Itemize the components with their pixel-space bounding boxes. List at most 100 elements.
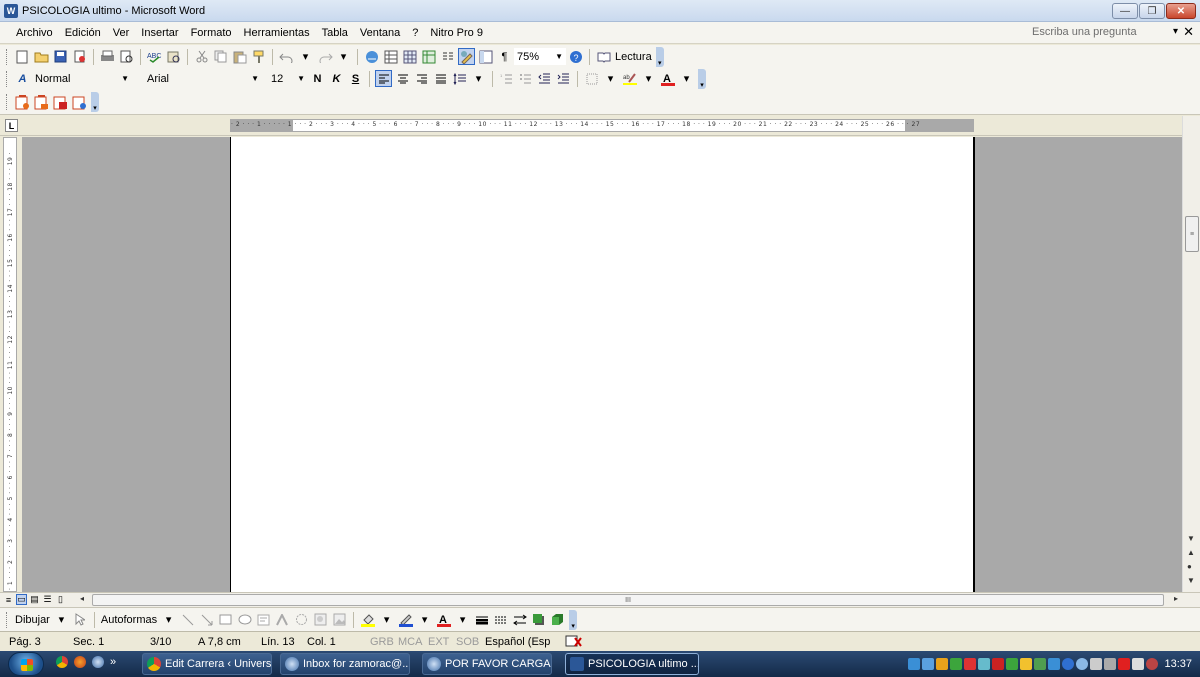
scroll-left-icon[interactable]: ◂ [80,594,84,603]
toolbar-grip[interactable] [6,48,9,65]
tray-app-icon[interactable] [1118,658,1131,670]
status-overtype[interactable]: SOB [456,636,479,648]
line-color-dropdown-icon[interactable]: ▾ [416,611,433,628]
toolbar-options-icon[interactable]: ▾ [698,68,706,89]
research-icon[interactable] [165,48,182,65]
taskbar-item[interactable]: POR FAVOR CARGA... [422,653,552,675]
line-spacing-icon[interactable] [451,70,468,87]
tray-app-icon[interactable] [992,658,1005,670]
toolbar-options-icon[interactable]: ▾ [655,46,664,67]
previous-page-icon[interactable]: ▲ [1187,548,1195,557]
columns-icon[interactable] [439,48,456,65]
start-button[interactable] [8,652,44,676]
reading-layout-button[interactable]: Lectura [613,51,654,63]
draw-dropdown-icon[interactable]: ▾ [53,611,70,628]
horizontal-ruler[interactable]: · 2 · · · 1 · · · · · 1 · · · 2 · · · 3 … [230,119,974,132]
font-color-icon[interactable]: A [659,70,676,87]
tray-app-icon[interactable] [1146,658,1159,670]
reading-view-icon[interactable]: ▯ [55,594,66,605]
horizontal-scroll-thumb[interactable]: III [92,594,1164,606]
scroll-right-icon[interactable]: ▸ [1174,594,1178,603]
tray-app-icon[interactable] [1034,658,1047,670]
italic-button[interactable]: K [328,70,345,87]
justify-icon[interactable] [432,70,449,87]
menu-insertar[interactable]: Insertar [135,27,184,39]
tray-user-icon[interactable] [922,658,935,670]
show-hide-icon[interactable]: ¶ [496,48,513,65]
tray-power-icon[interactable] [1104,658,1117,670]
borders-dropdown-icon[interactable]: ▾ [602,70,619,87]
nitro-settings-icon[interactable] [52,94,69,111]
tray-app-icon[interactable] [964,658,977,670]
font-color-dropdown-icon[interactable]: ▾ [678,70,695,87]
menu-edicion[interactable]: Edición [59,27,107,39]
tab-selector-button[interactable]: L [5,119,18,132]
reading-layout-icon[interactable] [595,48,612,65]
help-icon[interactable]: ? [567,48,584,65]
menu-ver[interactable]: Ver [107,27,136,39]
menu-ventana[interactable]: Ventana [354,27,406,39]
status-track-changes[interactable]: MCA [398,636,422,648]
quicklaunch-overflow-icon[interactable]: » [110,656,116,668]
web-view-icon[interactable]: ▭ [16,594,27,605]
copy-icon[interactable] [212,48,229,65]
wordart-icon[interactable] [274,611,291,628]
arrow-tool-icon[interactable] [198,611,215,628]
spelling-icon[interactable]: ABC [146,48,163,65]
nitro-create-pdf-icon[interactable] [14,94,31,111]
nitro-create-email-pdf-icon[interactable] [33,94,50,111]
toolbar-grip[interactable] [6,94,9,110]
normal-view-icon[interactable]: ≡ [3,594,14,605]
tray-sync-icon[interactable] [1076,658,1089,670]
firefox-quicklaunch-icon[interactable] [74,656,86,668]
print-layout-icon[interactable]: ▤ [29,594,40,605]
numbering-icon[interactable]: 1 [498,70,515,87]
open-folder-icon[interactable] [33,48,50,65]
tray-wifi-icon[interactable] [1090,658,1103,670]
shadow-style-icon[interactable] [530,611,547,628]
taskbar-clock[interactable]: 13:37 [1164,658,1192,670]
vertical-ruler[interactable]: · 1 · · · 2 · · · 3 · · · 4 · · · 5 · · … [3,137,17,592]
status-record-macro[interactable]: GRB [370,636,394,648]
zoom-select[interactable]: 75% ▼ [514,48,566,65]
autoshapes-dropdown-icon[interactable]: ▾ [160,611,177,628]
menu-archivo[interactable]: Archivo [10,27,59,39]
diagram-icon[interactable] [293,611,310,628]
toolbar-options-icon[interactable]: ▾ [91,92,99,112]
align-left-icon[interactable] [375,70,392,87]
taskbar-item[interactable]: Edit Carrera ‹ Univers... [142,653,272,675]
line-tool-icon[interactable] [179,611,196,628]
underline-button[interactable]: S [347,70,364,87]
font-select[interactable]: Arial ▼ [144,70,262,87]
styles-icon[interactable]: A [14,70,31,87]
close-button[interactable]: ✕ [1166,3,1196,19]
toolbar-grip[interactable] [6,611,9,628]
redo-dropdown-icon[interactable]: ▾ [335,48,352,65]
tray-network-icon[interactable] [908,658,921,670]
borders-icon[interactable] [583,70,600,87]
hyperlink-icon[interactable] [363,48,380,65]
decrease-indent-icon[interactable] [536,70,553,87]
permission-icon[interactable] [71,48,88,65]
3d-style-icon[interactable] [549,611,566,628]
tray-app-icon[interactable] [1048,658,1061,670]
tray-app-icon[interactable] [936,658,949,670]
arrow-style-icon[interactable] [511,611,528,628]
status-extend[interactable]: EXT [428,636,449,648]
vertical-scroll-thumb[interactable]: ≡ [1185,216,1199,252]
bold-button[interactable]: N [309,70,326,87]
align-right-icon[interactable] [413,70,430,87]
rectangle-tool-icon[interactable] [217,611,234,628]
tray-app-icon[interactable] [978,658,991,670]
highlight-dropdown-icon[interactable]: ▾ [640,70,657,87]
nitro-review-icon[interactable] [71,94,88,111]
tray-info-icon[interactable] [1062,658,1075,670]
new-document-icon[interactable] [14,48,31,65]
bullets-icon[interactable] [517,70,534,87]
tray-shield-icon[interactable] [950,658,963,670]
status-language[interactable]: Español (Esp [485,636,550,648]
cut-icon[interactable] [193,48,210,65]
chrome-quicklaunch-icon[interactable] [56,656,68,668]
line-style-icon[interactable] [473,611,490,628]
undo-icon[interactable] [278,48,295,65]
